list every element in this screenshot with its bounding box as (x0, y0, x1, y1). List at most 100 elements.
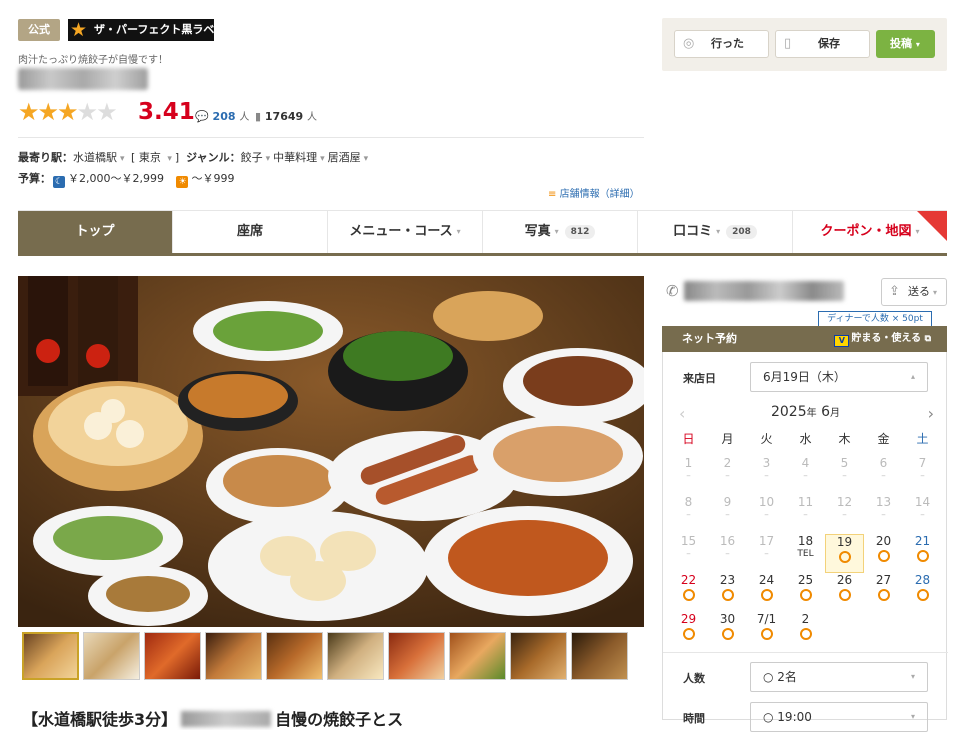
calendar-day[interactable]: 19 (825, 534, 864, 573)
calendar-day[interactable]: 18 TEL (786, 534, 825, 573)
calendar-day[interactable]: 30 (708, 612, 747, 651)
weekday-label: 水 (799, 432, 812, 446)
post-button[interactable]: 投稿 ▾ (876, 30, 935, 58)
genre-link[interactable]: 餃子 (241, 151, 263, 164)
calendar-day[interactable]: 22 (669, 573, 708, 612)
available-circle-icon (682, 589, 695, 601)
chevron-down-icon: ▾ (910, 672, 915, 681)
calendar-day: 6– (879, 456, 888, 481)
shop-header: 公式 ★ ザ・パーフェクト黒ラベル 肉汁たっぷり焼餃子が自慢です！ ★★★★★ 3… (0, 0, 960, 210)
calendar-day: 9– (723, 495, 732, 520)
calendar-day[interactable]: 23 (708, 573, 747, 612)
next-month-button[interactable]: › (928, 404, 934, 423)
shop-info-link[interactable]: ≡ 店舗情報（詳細） (548, 185, 640, 200)
calendar-day: 11– (797, 495, 814, 520)
available-circle-icon (799, 589, 812, 601)
thumbnail[interactable] (510, 632, 567, 680)
bookmark-icon: ▯ (784, 36, 792, 51)
calendar-day: 16– (719, 534, 736, 559)
calendar-day: 15– (680, 534, 697, 559)
calendar-day[interactable]: 27 (864, 573, 903, 612)
available-circle-icon (838, 589, 851, 601)
station-genre-line: 最寄り駅：水道橋駅 ▾ [ 東京 ▾] ジャンル：餃子 ▾ 中華料理 ▾ 居酒屋 ▾ (18, 151, 369, 164)
people-label: 人数 (683, 672, 705, 685)
reservation-panel: 来店日 6月19日（木） ▴ ‹ 2025年 6月 › 日月火水木金土 1–2–3–… (662, 352, 948, 732)
share-icon: ⇪ (889, 284, 900, 299)
send-button[interactable]: ⇪ 送る ▾ (881, 278, 947, 306)
rating-score: 3.41 (138, 99, 195, 125)
calendar-day[interactable]: 29 (669, 612, 708, 651)
dinner-icon: ☾ (53, 176, 65, 188)
available-circle-icon (721, 589, 734, 601)
tab-seats[interactable]: 座席 (173, 211, 328, 253)
available-circle-icon (721, 628, 734, 640)
chevron-down-icon: ▾ (456, 227, 461, 236)
main-photo[interactable] (18, 276, 644, 627)
available-circle-icon (916, 589, 929, 601)
calendar-day: 1– (684, 456, 693, 481)
weekday-label: 日 (682, 432, 695, 446)
review-count[interactable]: 💬 208 人 (195, 108, 249, 123)
available-circle-icon (838, 551, 851, 563)
calendar-day[interactable]: 28 (903, 573, 942, 612)
tab-coupon-map[interactable]: クーポン・地図 ▾ (793, 211, 947, 253)
comment-icon: 💬 (195, 110, 209, 123)
chevron-down-icon: ▾ (554, 227, 559, 236)
people-select[interactable]: ○ 2名 ▾ (750, 662, 928, 692)
calendar-day[interactable]: 24 (747, 573, 786, 612)
phone-number-blurred[interactable] (684, 281, 844, 301)
genre-link[interactable]: 中華料理 (273, 151, 317, 164)
thumbnail[interactable] (83, 632, 140, 680)
official-badge: 公式 (18, 19, 60, 41)
tab-menu[interactable]: メニュー・コース ▾ (328, 211, 483, 253)
available-circle-icon (799, 628, 812, 640)
calendar-day[interactable]: 25 (786, 573, 825, 612)
calendar-day: 3– (762, 456, 771, 481)
genre-link[interactable]: 居酒屋 (328, 151, 361, 164)
weekday-label: 火 (760, 432, 773, 446)
thumbnail[interactable] (327, 632, 384, 680)
star-logo-icon: ★ (70, 19, 88, 41)
photo-thumbnails (22, 632, 644, 680)
calendar-day: 14– (914, 495, 931, 520)
calendar-day[interactable]: 21 (903, 534, 942, 573)
tpoint-link[interactable]: V 貯まる・使える ⧉ (834, 326, 931, 352)
tab-top[interactable]: トップ (18, 211, 173, 253)
tab-photos[interactable]: 写真 ▾ 812 (483, 211, 638, 253)
catch-copy: 肉汁たっぷり焼餃子が自慢です！ (18, 55, 168, 66)
time-label: 時間 (683, 712, 705, 725)
calendar-day[interactable]: 20 (864, 534, 903, 573)
weekday-label: 金 (877, 432, 890, 446)
calendar-day: 4– (801, 456, 810, 481)
chevron-down-icon: ▾ (716, 227, 721, 236)
blurred-text (181, 711, 272, 727)
thumbnail[interactable] (144, 632, 201, 680)
thumbnail[interactable] (388, 632, 445, 680)
time-select[interactable]: ○ 19:00 ▾ (750, 702, 928, 732)
calendar-day[interactable]: 26 (825, 573, 864, 612)
area-link[interactable]: 東京 (139, 151, 161, 164)
calendar-day: 2– (723, 456, 732, 481)
phone-icon: ✆ (666, 282, 679, 300)
station-link[interactable]: 水道橋駅 (73, 151, 117, 164)
available-circle-icon (877, 550, 890, 562)
calendar-day: 12– (836, 495, 853, 520)
thumbnail[interactable] (266, 632, 323, 680)
calendar-day[interactable]: 2 (786, 612, 825, 651)
net-reservation-header: ネット予約 V 貯まる・使える ⧉ (662, 326, 947, 352)
lunch-icon: ☀ (176, 176, 189, 188)
thumbnail[interactable] (449, 632, 506, 680)
visited-button[interactable]: ◎ 行った (674, 30, 769, 58)
tpoint-icon: V (834, 335, 850, 347)
calendar-day[interactable]: 7/1 (747, 612, 786, 651)
save-button[interactable]: ▯ 保存 (775, 30, 870, 58)
chevron-up-icon: ▴ (910, 372, 915, 381)
weekday-label: 木 (838, 432, 851, 446)
tab-reviews[interactable]: 口コミ ▾ 208 (638, 211, 793, 253)
available-circle-icon (682, 628, 695, 640)
thumbnail[interactable] (205, 632, 262, 680)
thumbnail[interactable] (571, 632, 628, 680)
bookmark-count: ▮ 17649 人 (255, 110, 318, 123)
thumbnail[interactable] (22, 632, 79, 680)
visit-date-select[interactable]: 6月19日（木） ▴ (750, 362, 928, 392)
